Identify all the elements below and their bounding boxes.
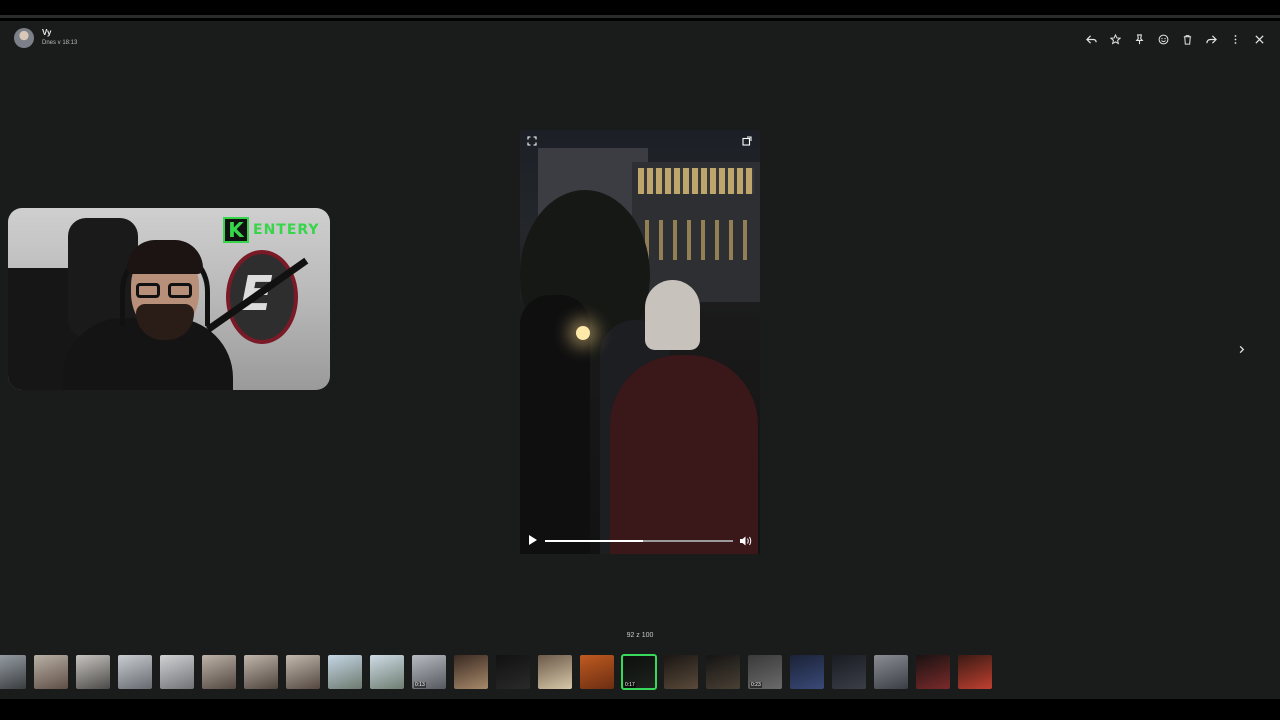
thumbnail[interactable]: 0:13	[412, 655, 446, 689]
sender-avatar[interactable]	[14, 28, 34, 48]
thumbnail[interactable]	[76, 655, 110, 689]
viewer-toolbar	[1082, 31, 1268, 47]
trash-icon	[1183, 34, 1191, 45]
emoji-icon	[1158, 34, 1168, 44]
pop-out-icon[interactable]	[742, 136, 752, 146]
video-progress-fill	[545, 540, 643, 542]
thumbnail-duration: 0:13	[414, 682, 426, 688]
thumbnail[interactable]	[286, 655, 320, 689]
thumbnail[interactable]	[454, 655, 488, 689]
media-viewer: Vy Dnes v 18:13 E	[0, 21, 1280, 700]
message-timestamp: Dnes v 18:13	[42, 40, 78, 46]
thumbnail[interactable]	[370, 655, 404, 689]
thumbnail[interactable]	[874, 655, 908, 689]
logo-letter: K	[223, 217, 249, 243]
thumbnail[interactable]	[538, 655, 572, 689]
thumbnail[interactable]	[706, 655, 740, 689]
volume-icon[interactable]	[739, 535, 753, 547]
star-icon	[1109, 33, 1121, 45]
thumbnail[interactable]	[160, 655, 194, 689]
forward-button[interactable]	[1202, 31, 1220, 47]
thumbnail[interactable]	[832, 655, 866, 689]
pin-button[interactable]	[1130, 31, 1148, 47]
star-button[interactable]	[1106, 31, 1124, 47]
reply-button[interactable]	[1082, 31, 1100, 47]
react-button[interactable]	[1154, 31, 1172, 47]
video-controls	[520, 528, 760, 554]
video-person	[610, 355, 758, 554]
chevron-right-icon	[1239, 345, 1244, 353]
play-icon[interactable]	[529, 535, 537, 545]
thumbnail[interactable]	[580, 655, 614, 689]
close-icon	[1254, 34, 1264, 44]
media-counter: 92 z 100	[626, 632, 654, 639]
thumbnail-strip: 0:13 0:17 0:23	[0, 654, 1280, 691]
thumbnail[interactable]	[202, 655, 236, 689]
forward-icon	[1205, 34, 1217, 44]
more-button[interactable]	[1226, 31, 1244, 47]
thumbnail[interactable]	[34, 655, 68, 689]
thumbnail[interactable]	[496, 655, 530, 689]
video-lantern	[576, 326, 590, 340]
thumbnail[interactable]	[958, 655, 992, 689]
top-band	[0, 0, 1280, 18]
thumbnail[interactable]	[790, 655, 824, 689]
video-player[interactable]	[520, 130, 760, 554]
channel-logo: K ENTERY	[223, 216, 320, 244]
thumbnail[interactable]	[118, 655, 152, 689]
close-button[interactable]	[1250, 31, 1268, 47]
thumbnail[interactable]	[664, 655, 698, 689]
thumbnail-duration: 0:17	[624, 682, 636, 688]
sender-name: Vy	[42, 28, 52, 37]
video-lit-windows	[645, 220, 755, 260]
pin-icon	[1135, 33, 1143, 44]
thumbnail[interactable]	[0, 655, 26, 689]
more-vertical-icon	[1234, 34, 1236, 44]
thumbnail[interactable]	[328, 655, 362, 689]
next-button[interactable]	[1232, 340, 1250, 358]
webcam-overlay: E K ENTERY	[8, 208, 330, 390]
thumbnail-duration: 0:23	[750, 682, 762, 688]
thumbnail[interactable]: 0:17	[621, 654, 657, 690]
video-lit-windows	[638, 168, 754, 194]
video-person-hood	[645, 280, 700, 350]
streamer-hair	[127, 240, 203, 274]
video-progress-bar[interactable]	[545, 540, 733, 542]
glasses	[136, 283, 196, 299]
delete-button[interactable]	[1178, 31, 1196, 47]
thumbnail[interactable]	[916, 655, 950, 689]
logo-text: ENTERY	[253, 222, 320, 238]
thumbnail[interactable]: 0:23	[748, 655, 782, 689]
thumbnail[interactable]	[244, 655, 278, 689]
reply-icon	[1085, 34, 1097, 44]
bottom-band	[0, 699, 1280, 720]
fullscreen-icon[interactable]	[527, 136, 537, 146]
